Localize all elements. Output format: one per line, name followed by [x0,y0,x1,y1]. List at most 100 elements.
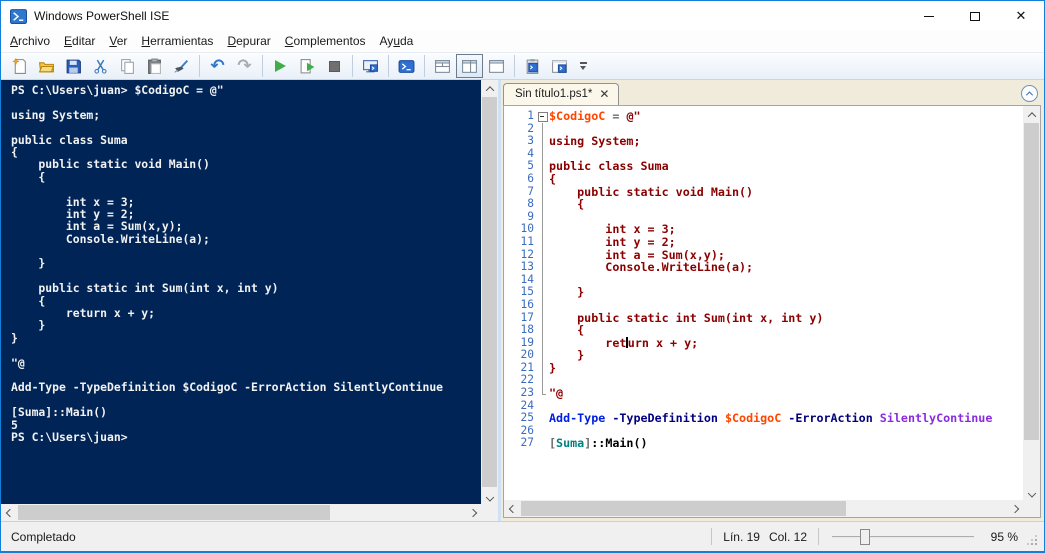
console-line: [Suma]::Main() [11,405,108,420]
line-number: 20 [520,348,534,362]
run-script-button[interactable] [267,54,294,78]
undo-button[interactable]: ↶ [204,54,231,78]
tab-sin-titulo1[interactable]: Sin título1.ps1* ✕ [503,83,620,105]
zoom-slider-track[interactable] [832,535,974,538]
stop-operation-button[interactable] [321,54,348,78]
maximize-button[interactable] [952,1,998,31]
console-horizontal-scrollbar[interactable] [1,504,481,521]
console-line: } [11,256,46,271]
menu-item-ver[interactable]: Ver [102,32,134,51]
scroll-down-button[interactable] [481,487,498,504]
fold-collapse-box[interactable] [536,110,549,123]
close-button[interactable]: ✕ [998,1,1044,31]
line-number: 16 [520,297,534,311]
console-line: Console.WriteLine(a); [11,231,210,246]
show-command-addon-button[interactable] [519,54,546,78]
zoom-slider-thumb[interactable] [860,528,871,545]
scroll-thumb[interactable] [1024,123,1039,440]
menu-item-ayuda[interactable]: Ayuda [373,32,421,51]
scroll-thumb[interactable] [521,501,846,516]
resize-grip[interactable] [1026,534,1038,546]
save-floppy-icon [66,59,81,73]
cut-button[interactable] [87,54,114,78]
scroll-track[interactable] [18,504,464,521]
run-selection-button[interactable] [294,54,321,78]
scroll-right-button[interactable] [464,504,481,521]
editor-line: 22 [504,374,1023,387]
editor-vertical-scrollbar[interactable] [1023,106,1040,500]
powershell-icon [398,59,415,73]
scroll-down-button[interactable] [1023,483,1040,500]
new-script-button[interactable] [6,54,33,78]
overflow-bar-icon [579,62,587,64]
paste-button[interactable] [141,54,168,78]
show-script-pane-top-button[interactable] [429,54,456,78]
toolbar-separator [424,55,425,77]
console-line: int a = Sum(x,y); [11,219,183,234]
console-pane: PS C:\Users\juan> $CodigoC = @" using Sy… [1,80,498,521]
scroll-track[interactable] [521,500,1006,517]
undo-icon: ↶ [210,55,225,76]
menu-item-depurar[interactable]: Depurar [220,32,277,51]
scroll-up-button[interactable] [481,80,498,97]
menu-item-editar[interactable]: Editar [57,32,102,51]
code-text: public class Suma [549,159,669,174]
start-powershell-button[interactable] [393,54,420,78]
column-indicator: Col. 12 [768,529,807,544]
tab-close-icon[interactable]: ✕ [599,87,609,101]
console-line: Add-Type -TypeDefinition $CodigoC -Error… [11,380,444,395]
menu-item-archivo[interactable]: Archivo [3,32,57,51]
show-script-pane-maximized-button[interactable] [483,54,510,78]
code-text: using System; [549,134,641,149]
open-script-button[interactable] [33,54,60,78]
run-icon [275,60,286,72]
console-line: public static int Sum(int x, int y) [11,281,279,296]
fold-column [536,400,549,413]
console-vertical-scrollbar[interactable] [481,80,498,504]
show-script-pane-button[interactable] [546,54,573,78]
script-pane-top-icon [435,59,450,73]
scroll-left-button[interactable] [504,500,521,517]
console-line: using System; [11,107,101,122]
show-script-pane-right-button[interactable] [456,54,483,78]
redo-button[interactable]: ↷ [231,54,258,78]
remote-tab-monitor-icon [363,59,378,72]
main-area: PS C:\Users\juan> $CodigoC = @" using Sy… [1,80,1044,521]
scroll-right-button[interactable] [1006,500,1023,517]
fold-column [536,198,549,211]
toolbar-separator [262,55,263,77]
status-separator [711,528,713,545]
editor-horizontal-scrollbar[interactable] [504,500,1023,517]
menu-item-herramientas[interactable]: Herramientas [134,32,220,51]
scroll-track[interactable] [1023,123,1040,483]
code-text: Console.WriteLine(a); [549,260,754,275]
script-editor[interactable]: 1 $CodigoC = @" 2 3 using System; 4 5 public cl… [504,106,1023,500]
scroll-thumb[interactable] [18,505,331,520]
console-output[interactable]: PS C:\Users\juan> $CodigoC = @" using Sy… [1,80,481,504]
zoom-slider[interactable] [832,528,974,546]
fold-column [536,261,549,274]
save-button[interactable] [60,54,87,78]
console-line: "@ [11,355,25,370]
line-number: 27 [520,436,534,450]
fold-column [536,437,549,450]
code-text: $CodigoC = @" [549,109,641,123]
scroll-track[interactable] [481,97,498,487]
menu-item-complementos[interactable]: Complementos [278,32,373,51]
copy-button[interactable] [114,54,141,78]
scroll-left-button[interactable] [1,504,18,521]
editor-line: 15 } [504,286,1023,299]
scroll-thumb[interactable] [482,97,497,487]
scrollbar-corner [1023,500,1040,517]
fold-column [536,210,549,224]
clear-console-button[interactable] [168,54,195,78]
editor-line: 13 Console.WriteLine(a); [504,261,1023,274]
collapse-script-pane-button[interactable] [1021,85,1038,102]
new-remote-powershell-tab-button[interactable] [357,54,384,78]
toolbar-overflow-button[interactable] [573,62,593,70]
scroll-up-button[interactable] [1023,106,1040,123]
minimize-button[interactable] [906,1,952,31]
menu-bar: Archivo Editar Ver Herramientas Depurar Compl… [1,31,1044,52]
